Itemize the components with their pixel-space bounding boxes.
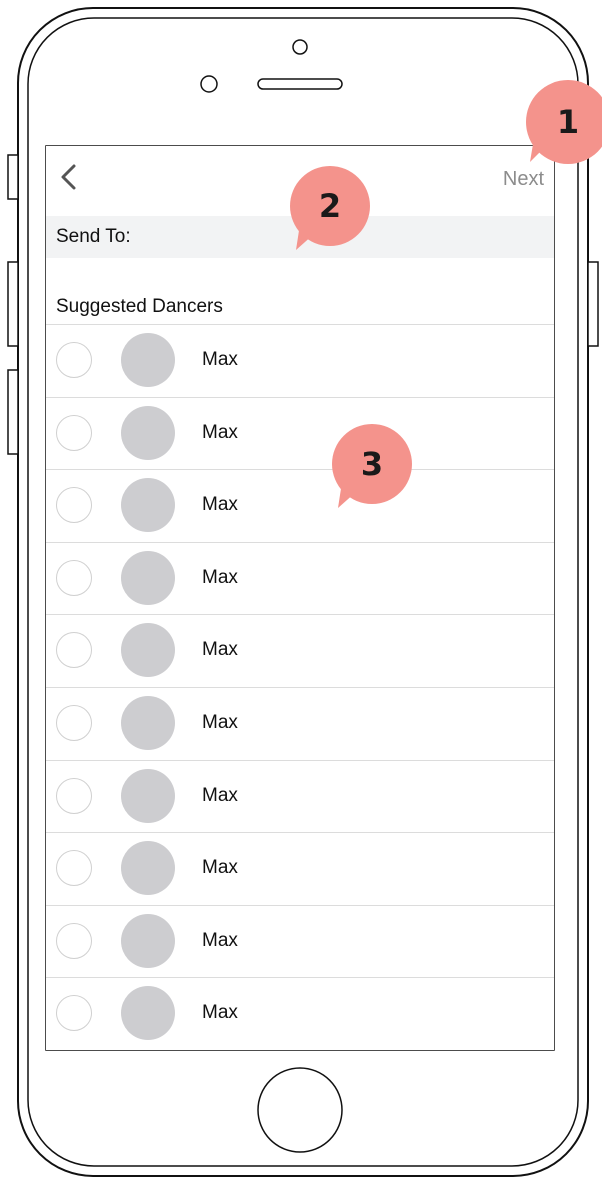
annotation-number: 3 xyxy=(360,445,384,483)
select-radio[interactable] xyxy=(56,995,92,1032)
suggested-dancers-title: Suggested Dancers xyxy=(56,296,223,317)
dancer-name: Max xyxy=(202,639,238,661)
avatar xyxy=(121,550,175,605)
select-radio[interactable] xyxy=(56,922,92,959)
select-radio[interactable] xyxy=(56,487,92,524)
dancer-name: Max xyxy=(202,494,238,516)
avatar xyxy=(121,913,175,968)
list-item[interactable]: Max xyxy=(46,324,554,397)
chevron-left-icon xyxy=(61,164,76,190)
list-item[interactable]: Max xyxy=(46,977,554,1050)
dancer-name: Max xyxy=(202,711,238,733)
app-screen: Next Send To: Suggested Dancers Max Max … xyxy=(46,146,554,1050)
annotation-badge-2: 2 xyxy=(288,166,372,250)
avatar xyxy=(121,768,175,823)
avatar xyxy=(121,333,175,387)
annotation-number: 2 xyxy=(318,187,342,225)
list-item[interactable]: Max xyxy=(46,541,554,615)
dancer-name: Max xyxy=(202,857,238,879)
select-radio[interactable] xyxy=(56,777,92,814)
list-item[interactable]: Max xyxy=(46,904,554,978)
send-to-label: Send To: xyxy=(56,226,131,247)
next-button[interactable]: Next xyxy=(503,168,544,191)
dancer-name: Max xyxy=(202,929,238,951)
select-radio[interactable] xyxy=(56,414,92,451)
list-item[interactable]: Max xyxy=(46,832,554,905)
dancer-name: Max xyxy=(202,784,238,806)
select-radio[interactable] xyxy=(56,850,92,887)
annotation-badge-3: 3 xyxy=(330,424,414,508)
suggested-dancers-list: Max Max Max Max Max Max Max Max Max Max xyxy=(46,324,554,1050)
list-item[interactable]: Max xyxy=(46,396,554,470)
list-item[interactable]: Max xyxy=(46,469,554,542)
dancer-name: Max xyxy=(202,421,238,443)
avatar xyxy=(121,623,175,678)
list-item[interactable]: Max xyxy=(46,614,554,687)
list-item[interactable]: Max xyxy=(46,686,554,760)
select-radio[interactable] xyxy=(56,632,92,669)
dancer-name: Max xyxy=(202,566,238,588)
avatar xyxy=(121,695,175,750)
avatar xyxy=(121,405,175,460)
list-item[interactable]: Max xyxy=(46,759,554,833)
back-button[interactable] xyxy=(56,162,84,192)
avatar xyxy=(121,841,175,896)
select-radio[interactable] xyxy=(56,342,92,378)
annotation-number: 1 xyxy=(556,103,580,141)
dancer-name: Max xyxy=(202,1002,238,1024)
dancer-name: Max xyxy=(202,349,238,370)
select-radio[interactable] xyxy=(56,559,92,596)
select-radio[interactable] xyxy=(56,704,92,741)
avatar xyxy=(121,986,175,1041)
annotation-badge-1: 1 xyxy=(524,80,602,164)
avatar xyxy=(121,478,175,533)
